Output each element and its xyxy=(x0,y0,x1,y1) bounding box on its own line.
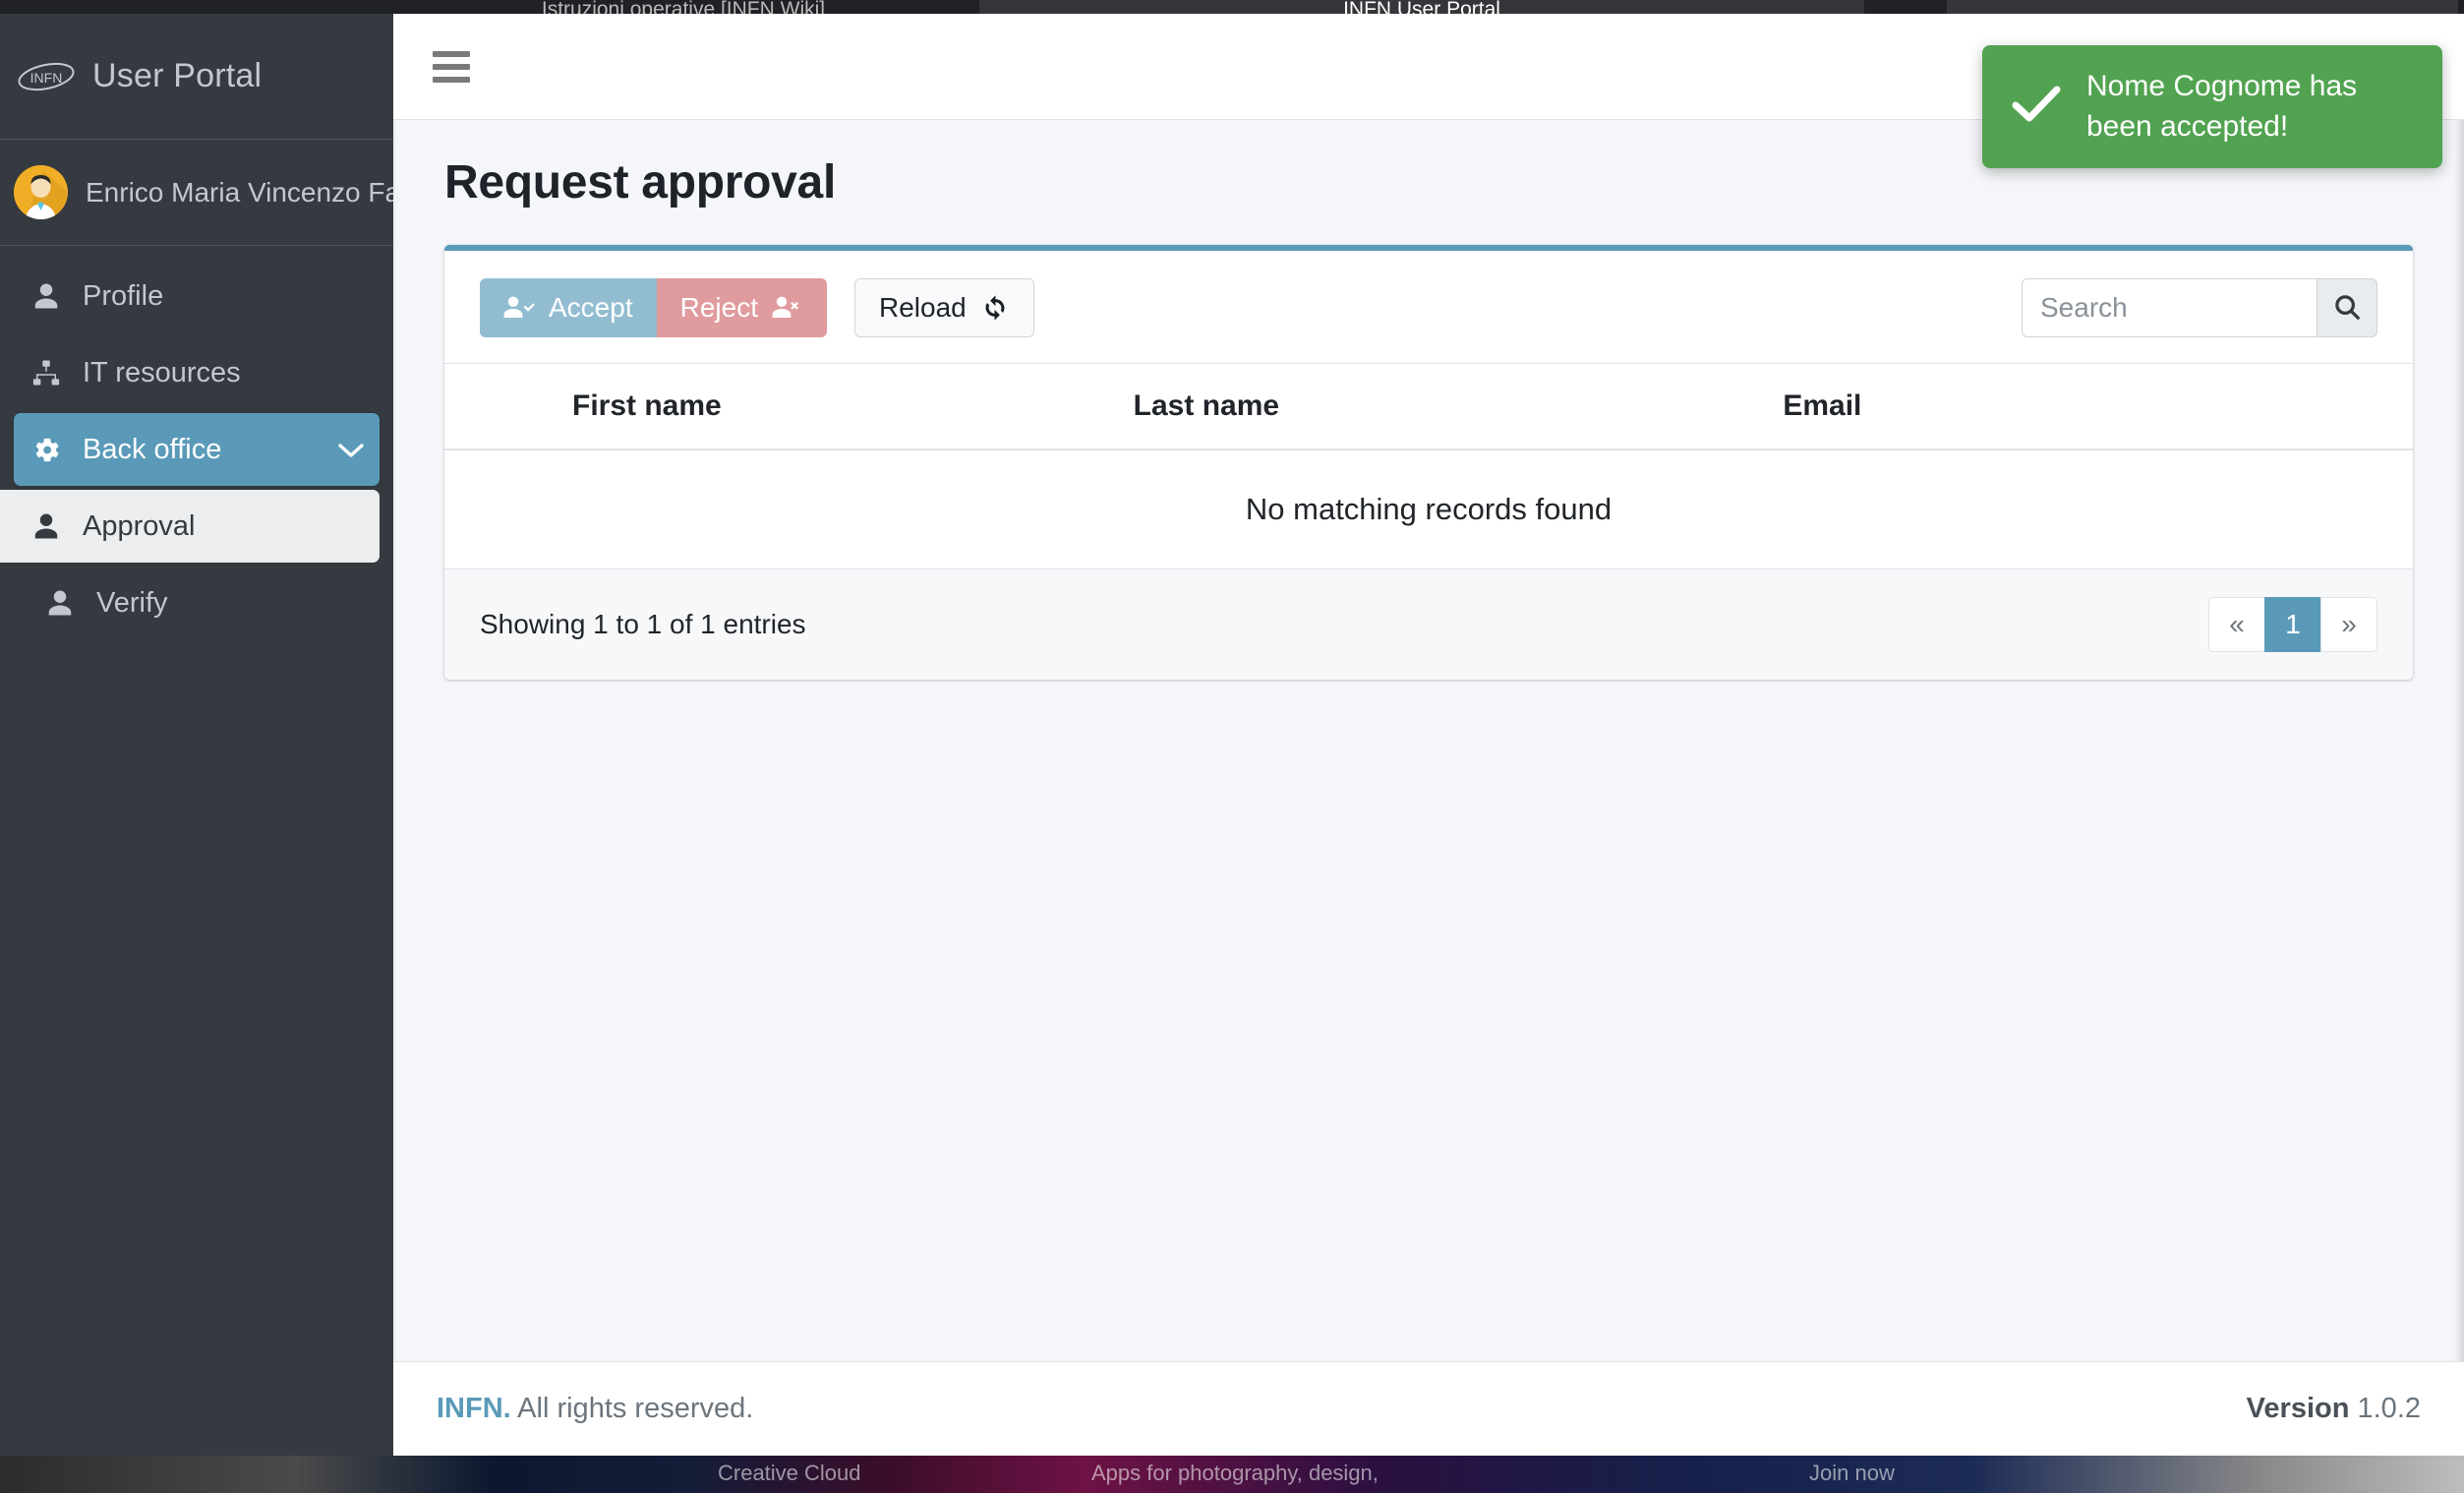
search-icon xyxy=(2332,292,2362,325)
refresh-icon xyxy=(980,294,1010,322)
sidebar-user-name: Enrico Maria Vincenzo Fa xyxy=(86,176,393,208)
sidebar-item-approval[interactable]: Approval xyxy=(0,490,380,563)
toast-message: Nome Cognome has been accepted! xyxy=(2086,70,2358,143)
pagination-page-1[interactable]: 1 xyxy=(2264,597,2321,652)
hamburger-icon[interactable] xyxy=(433,50,472,83)
sidebar-item-label: Approval xyxy=(83,509,196,542)
user-icon xyxy=(43,588,77,618)
footer-copyright: INFN. All rights reserved. xyxy=(437,1393,753,1425)
empty-message: No matching records found xyxy=(444,449,2413,569)
sidebar-nav: Profile IT resources Back office Approva… xyxy=(0,246,393,639)
approval-button-group: Accept Reject xyxy=(480,278,827,337)
card-toolbar: Accept Reject Reload xyxy=(444,251,2413,363)
sidebar-item-label: Profile xyxy=(83,279,164,312)
column-header-email[interactable]: Email xyxy=(1763,363,2413,450)
accept-button-label: Accept xyxy=(549,292,633,323)
pagination: « 1 » xyxy=(2208,597,2377,652)
approval-table: First name Last name Email No matching r… xyxy=(444,363,2413,569)
sidebar-item-back-office[interactable]: Back office xyxy=(14,413,380,486)
main-content: Request approval Accept Reject Reload Se… xyxy=(393,14,2464,1456)
approval-card: Accept Reject Reload Search First name L… xyxy=(444,245,2413,680)
sidebar-user-panel[interactable]: Enrico Maria Vincenzo Fa xyxy=(0,140,393,246)
table-head: First name Last name Email xyxy=(444,363,2413,450)
sidebar-item-profile[interactable]: Profile xyxy=(14,260,380,332)
sidebar-item-label: Back office xyxy=(83,433,222,465)
sidebar-item-label: IT resources xyxy=(83,356,241,388)
sidebar-brand-title: User Portal xyxy=(92,57,263,94)
search-input[interactable] xyxy=(2022,278,2317,337)
hamburger-bar xyxy=(433,63,470,70)
sidebar-brand[interactable]: INFN User Portal xyxy=(0,14,393,140)
ad-text-1: Creative Cloud xyxy=(718,1461,861,1485)
column-header-first-name[interactable]: First name xyxy=(444,363,1114,450)
user-check-icon xyxy=(503,295,535,321)
hamburger-bar xyxy=(433,50,470,57)
entries-info: Showing 1 to 1 of 1 entries xyxy=(480,609,806,639)
table-body: No matching records found xyxy=(444,449,2413,569)
search-group xyxy=(2022,278,2377,337)
sidebar: INFN User Portal Enrico Maria Vincenzo F… xyxy=(0,14,393,1456)
browser-viewport: INFN User Portal Enrico Maria Vincenzo F… xyxy=(0,14,2464,1456)
footer-rights-text: All rights reserved. xyxy=(510,1393,754,1424)
pagination-prev[interactable]: « xyxy=(2208,597,2265,652)
reload-button-label: Reload xyxy=(878,292,967,323)
table-footer: Showing 1 to 1 of 1 entries « 1 » xyxy=(444,569,2413,680)
ad-text-3: Join now xyxy=(1809,1461,1895,1485)
chevron-down-icon xyxy=(338,437,364,462)
infn-logo-icon: INFN xyxy=(16,58,77,95)
footer-brand[interactable]: INFN. xyxy=(437,1393,511,1424)
search-button[interactable] xyxy=(2317,278,2377,337)
user-icon xyxy=(29,281,63,311)
svg-text:INFN: INFN xyxy=(30,70,63,86)
toast-notification[interactable]: Nome Cognome has been accepted! xyxy=(1982,45,2442,168)
footer-version-number: 1.0.2 xyxy=(2357,1393,2422,1424)
pagination-next[interactable]: » xyxy=(2320,597,2377,652)
hamburger-bar xyxy=(433,76,470,83)
gear-icon xyxy=(29,435,63,465)
reject-button[interactable]: Reject xyxy=(656,278,827,337)
table-row-empty: No matching records found xyxy=(444,449,2413,569)
ad-text-2: Apps for photography, design, xyxy=(1091,1461,1379,1485)
avatar xyxy=(14,165,68,219)
table-header-row: First name Last name Email xyxy=(444,363,2413,450)
reject-button-label: Reject xyxy=(679,292,758,323)
sidebar-item-it-resources[interactable]: IT resources xyxy=(14,336,380,409)
desktop-background-strip: Creative Cloud Apps for photography, des… xyxy=(0,1456,2464,1493)
user-times-icon xyxy=(772,295,803,321)
accept-button[interactable]: Accept xyxy=(480,278,657,337)
user-icon xyxy=(29,511,63,541)
sidebar-item-label: Verify xyxy=(96,586,168,619)
footer-version: Version 1.0.2 xyxy=(2247,1393,2421,1425)
footer-version-label: Version xyxy=(2246,1393,2350,1424)
sitemap-icon xyxy=(29,358,63,388)
reload-button[interactable]: Reload xyxy=(853,278,1034,337)
check-icon xyxy=(2012,85,2061,129)
column-header-last-name[interactable]: Last name xyxy=(1113,363,1764,450)
page-footer: INFN. All rights reserved. Version 1.0.2 xyxy=(393,1361,2464,1456)
sidebar-item-verify[interactable]: Verify xyxy=(14,567,380,639)
